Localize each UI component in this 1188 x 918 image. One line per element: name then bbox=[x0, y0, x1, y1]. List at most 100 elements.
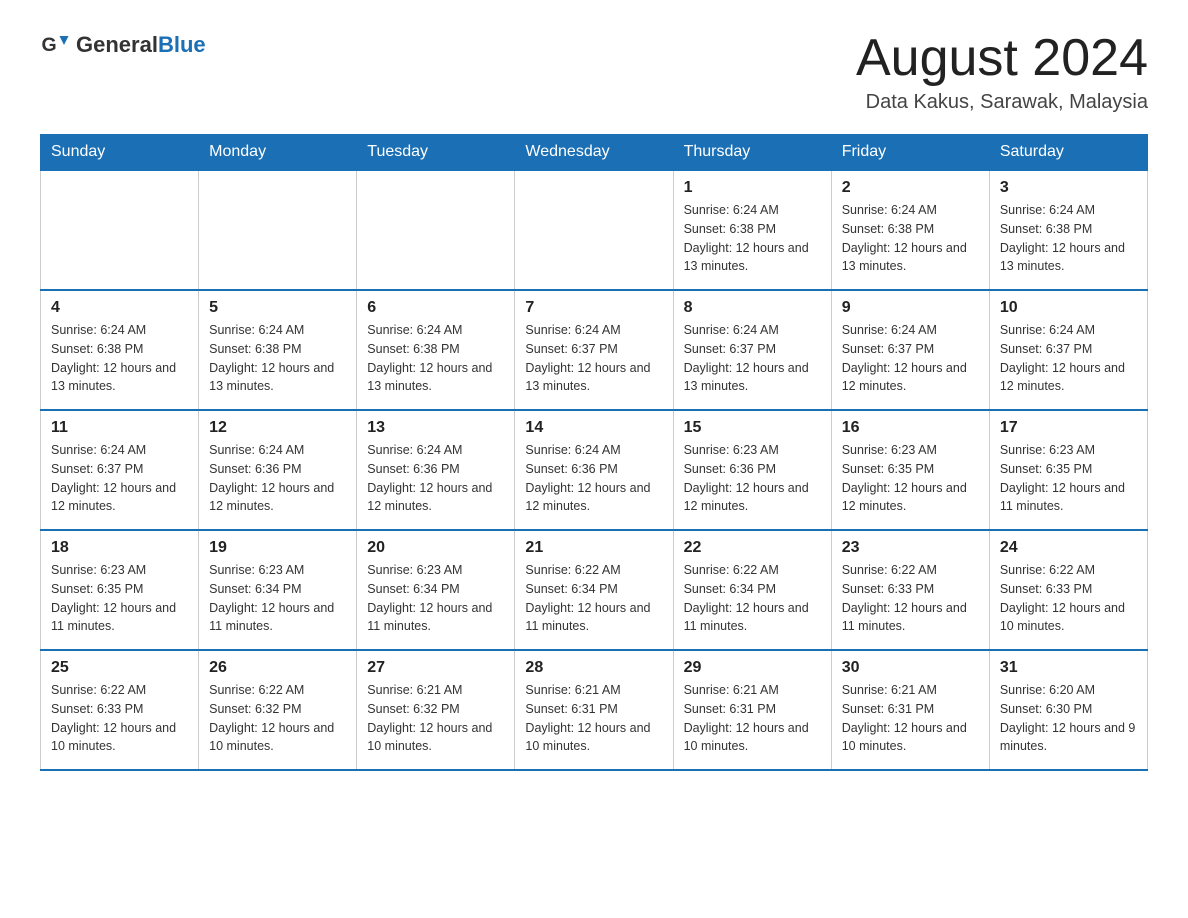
logo-icon: G bbox=[40, 30, 70, 60]
day-number: 9 bbox=[842, 299, 979, 317]
calendar-cell bbox=[515, 170, 673, 290]
calendar-cell: 10 Sunrise: 6:24 AMSunset: 6:37 PMDayligh… bbox=[989, 290, 1147, 410]
day-info: Sunrise: 6:23 AMSunset: 6:34 PMDaylight:… bbox=[367, 561, 504, 636]
calendar-cell: 12Sunrise: 6:24 AMSunset: 6:36 PMDayligh… bbox=[199, 410, 357, 530]
day-info: Sunrise: 6:21 AMSunset: 6:31 PMDaylight:… bbox=[842, 681, 979, 756]
day-info: Sunrise: 6:24 AMSunset: 6:37 PMDaylight:… bbox=[1000, 321, 1137, 396]
day-number: 17 bbox=[1000, 419, 1137, 437]
day-number: 3 bbox=[1000, 179, 1137, 197]
day-info: Sunrise: 6:24 AMSunset: 6:36 PMDaylight:… bbox=[525, 441, 662, 516]
calendar-cell: 13Sunrise: 6:24 AMSunset: 6:36 PMDayligh… bbox=[357, 410, 515, 530]
day-info: Sunrise: 6:23 AMSunset: 6:36 PMDaylight:… bbox=[684, 441, 821, 516]
day-info: Sunrise: 6:22 AMSunset: 6:33 PMDaylight:… bbox=[1000, 561, 1137, 636]
calendar-week-row: 1Sunrise: 6:24 AMSunset: 6:38 PMDaylight… bbox=[41, 170, 1148, 290]
calendar-cell: 16 Sunrise: 6:23 AMSunset: 6:35 PMDayligh… bbox=[831, 410, 989, 530]
calendar-table: SundayMondayTuesdayWednesdayThursdayFrid… bbox=[40, 134, 1148, 771]
day-info: Sunrise: 6:24 AMSunset: 6:37 PMDaylight:… bbox=[684, 321, 821, 396]
day-info: Sunrise: 6:24 AMSunset: 6:37 PMDaylight:… bbox=[525, 321, 662, 396]
day-info: Sunrise: 6:23 AMSunset: 6:34 PMDaylight:… bbox=[209, 561, 346, 636]
calendar-cell: 14 Sunrise: 6:24 AMSunset: 6:36 PMDayligh… bbox=[515, 410, 673, 530]
calendar-week-row: 4 Sunrise: 6:24 AMSunset: 6:38 PMDaylight… bbox=[41, 290, 1148, 410]
calendar-cell: 22 Sunrise: 6:22 AMSunset: 6:34 PMDayligh… bbox=[673, 530, 831, 650]
calendar-cell: 19 Sunrise: 6:23 AMSunset: 6:34 PMDayligh… bbox=[199, 530, 357, 650]
day-info: Sunrise: 6:21 AMSunset: 6:31 PMDaylight:… bbox=[684, 681, 821, 756]
calendar-cell: 27Sunrise: 6:21 AMSunset: 6:32 PMDayligh… bbox=[357, 650, 515, 770]
day-number: 31 bbox=[1000, 659, 1137, 677]
calendar-cell: 15 Sunrise: 6:23 AMSunset: 6:36 PMDayligh… bbox=[673, 410, 831, 530]
day-number: 29 bbox=[684, 659, 821, 677]
day-number: 21 bbox=[525, 539, 662, 557]
calendar-week-row: 25Sunrise: 6:22 AMSunset: 6:33 PMDayligh… bbox=[41, 650, 1148, 770]
calendar-cell: 17 Sunrise: 6:23 AMSunset: 6:35 PMDayligh… bbox=[989, 410, 1147, 530]
calendar-cell: 29 Sunrise: 6:21 AMSunset: 6:31 PMDayligh… bbox=[673, 650, 831, 770]
day-number: 1 bbox=[684, 179, 821, 197]
day-info: Sunrise: 6:23 AMSunset: 6:35 PMDaylight:… bbox=[51, 561, 188, 636]
day-number: 18 bbox=[51, 539, 188, 557]
calendar-cell: 18 Sunrise: 6:23 AMSunset: 6:35 PMDayligh… bbox=[41, 530, 199, 650]
calendar-cell: 25Sunrise: 6:22 AMSunset: 6:33 PMDayligh… bbox=[41, 650, 199, 770]
calendar-cell: 5 Sunrise: 6:24 AMSunset: 6:38 PMDaylight… bbox=[199, 290, 357, 410]
month-title: August 2024 bbox=[856, 30, 1148, 87]
calendar-cell: 20Sunrise: 6:23 AMSunset: 6:34 PMDayligh… bbox=[357, 530, 515, 650]
day-number: 16 bbox=[842, 419, 979, 437]
day-number: 14 bbox=[525, 419, 662, 437]
calendar-header-row: SundayMondayTuesdayWednesdayThursdayFrid… bbox=[41, 135, 1148, 171]
day-info: Sunrise: 6:24 AMSunset: 6:38 PMDaylight:… bbox=[209, 321, 346, 396]
calendar-cell: 26 Sunrise: 6:22 AMSunset: 6:32 PMDayligh… bbox=[199, 650, 357, 770]
calendar-cell bbox=[199, 170, 357, 290]
calendar-cell: 24 Sunrise: 6:22 AMSunset: 6:33 PMDayligh… bbox=[989, 530, 1147, 650]
calendar-cell bbox=[41, 170, 199, 290]
day-number: 24 bbox=[1000, 539, 1137, 557]
calendar-cell: 3Sunrise: 6:24 AMSunset: 6:38 PMDaylight… bbox=[989, 170, 1147, 290]
calendar-header-friday: Friday bbox=[831, 135, 989, 171]
day-number: 12 bbox=[209, 419, 346, 437]
day-info: Sunrise: 6:22 AMSunset: 6:32 PMDaylight:… bbox=[209, 681, 346, 756]
title-section: August 2024 Data Kakus, Sarawak, Malaysi… bbox=[856, 30, 1148, 114]
day-number: 10 bbox=[1000, 299, 1137, 317]
day-info: Sunrise: 6:23 AMSunset: 6:35 PMDaylight:… bbox=[842, 441, 979, 516]
day-number: 30 bbox=[842, 659, 979, 677]
day-number: 28 bbox=[525, 659, 662, 677]
calendar-week-row: 18 Sunrise: 6:23 AMSunset: 6:35 PMDayligh… bbox=[41, 530, 1148, 650]
day-number: 6 bbox=[367, 299, 504, 317]
calendar-header-wednesday: Wednesday bbox=[515, 135, 673, 171]
day-number: 23 bbox=[842, 539, 979, 557]
day-info: Sunrise: 6:22 AMSunset: 6:33 PMDaylight:… bbox=[51, 681, 188, 756]
day-info: Sunrise: 6:24 AMSunset: 6:38 PMDaylight:… bbox=[367, 321, 504, 396]
calendar-header-sunday: Sunday bbox=[41, 135, 199, 171]
day-number: 7 bbox=[525, 299, 662, 317]
day-info: Sunrise: 6:20 AMSunset: 6:30 PMDaylight:… bbox=[1000, 681, 1137, 756]
calendar-cell: 9 Sunrise: 6:24 AMSunset: 6:37 PMDaylight… bbox=[831, 290, 989, 410]
page-header: G GeneralBlue August 2024 Data Kakus, Sa… bbox=[40, 30, 1148, 114]
calendar-cell: 6 Sunrise: 6:24 AMSunset: 6:38 PMDaylight… bbox=[357, 290, 515, 410]
svg-text:G: G bbox=[42, 34, 57, 56]
calendar-cell: 21Sunrise: 6:22 AMSunset: 6:34 PMDayligh… bbox=[515, 530, 673, 650]
day-info: Sunrise: 6:22 AMSunset: 6:34 PMDaylight:… bbox=[684, 561, 821, 636]
day-info: Sunrise: 6:24 AMSunset: 6:37 PMDaylight:… bbox=[842, 321, 979, 396]
day-info: Sunrise: 6:24 AMSunset: 6:36 PMDaylight:… bbox=[367, 441, 504, 516]
day-number: 19 bbox=[209, 539, 346, 557]
day-number: 4 bbox=[51, 299, 188, 317]
day-number: 26 bbox=[209, 659, 346, 677]
logo-general-text: General bbox=[76, 32, 158, 57]
calendar-cell: 11 Sunrise: 6:24 AMSunset: 6:37 PMDayligh… bbox=[41, 410, 199, 530]
calendar-header-thursday: Thursday bbox=[673, 135, 831, 171]
day-number: 22 bbox=[684, 539, 821, 557]
calendar-header-saturday: Saturday bbox=[989, 135, 1147, 171]
day-number: 5 bbox=[209, 299, 346, 317]
day-info: Sunrise: 6:24 AMSunset: 6:37 PMDaylight:… bbox=[51, 441, 188, 516]
day-info: Sunrise: 6:22 AMSunset: 6:33 PMDaylight:… bbox=[842, 561, 979, 636]
day-info: Sunrise: 6:24 AMSunset: 6:38 PMDaylight:… bbox=[51, 321, 188, 396]
calendar-header-monday: Monday bbox=[199, 135, 357, 171]
day-number: 2 bbox=[842, 179, 979, 197]
day-number: 27 bbox=[367, 659, 504, 677]
day-info: Sunrise: 6:21 AMSunset: 6:31 PMDaylight:… bbox=[525, 681, 662, 756]
calendar-week-row: 11 Sunrise: 6:24 AMSunset: 6:37 PMDayligh… bbox=[41, 410, 1148, 530]
calendar-cell: 1Sunrise: 6:24 AMSunset: 6:38 PMDaylight… bbox=[673, 170, 831, 290]
day-info: Sunrise: 6:23 AMSunset: 6:35 PMDaylight:… bbox=[1000, 441, 1137, 516]
day-number: 15 bbox=[684, 419, 821, 437]
calendar-cell: 4 Sunrise: 6:24 AMSunset: 6:38 PMDaylight… bbox=[41, 290, 199, 410]
day-number: 11 bbox=[51, 419, 188, 437]
logo-blue-text: Blue bbox=[158, 32, 206, 57]
calendar-cell: 2Sunrise: 6:24 AMSunset: 6:38 PMDaylight… bbox=[831, 170, 989, 290]
